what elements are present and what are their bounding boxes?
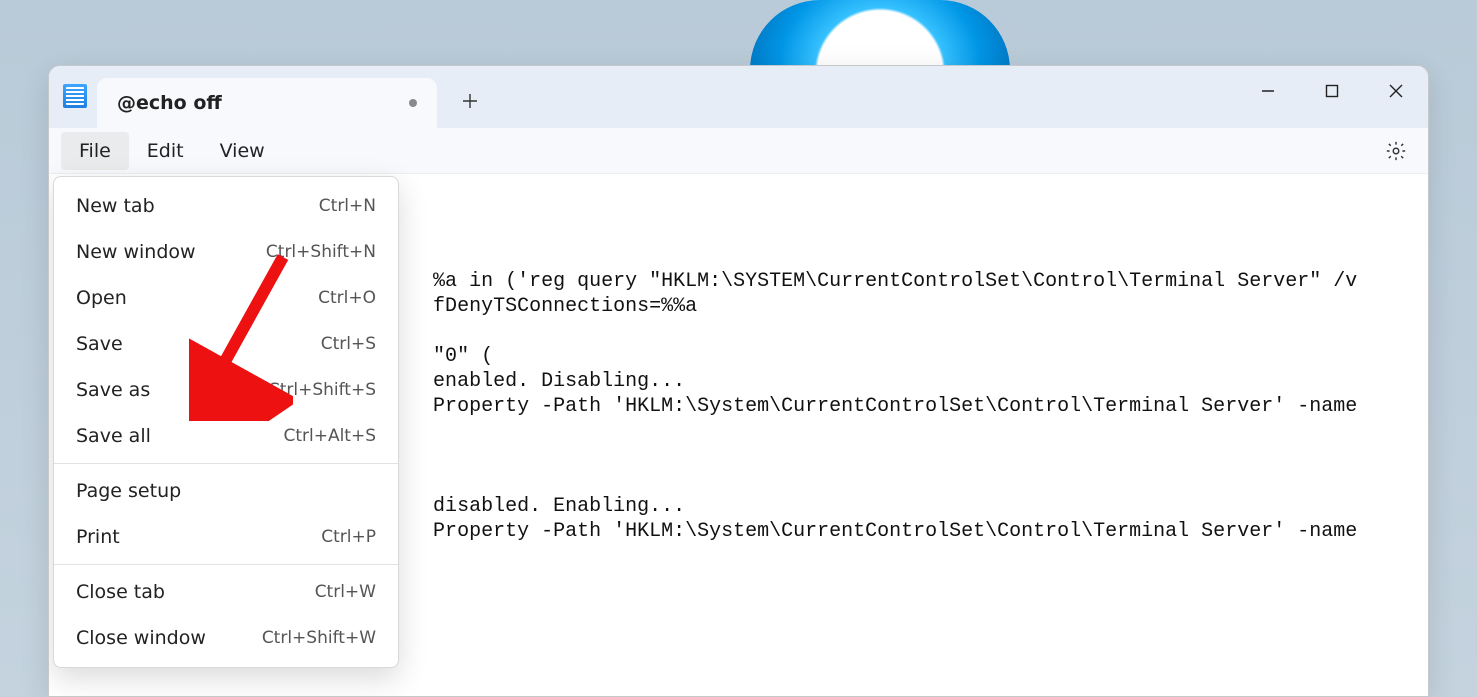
menu-view[interactable]: View (202, 132, 283, 170)
menu-item-print[interactable]: Print Ctrl+P (54, 514, 398, 560)
close-button[interactable] (1364, 66, 1428, 116)
menu-label: Save as (76, 379, 150, 401)
menu-item-new-window[interactable]: New window Ctrl+Shift+N (54, 229, 398, 275)
menu-label: New window (76, 241, 196, 263)
menu-shortcut: Ctrl+Shift+S (268, 380, 376, 400)
menu-label: Print (76, 526, 120, 548)
menu-label: Save all (76, 425, 151, 447)
new-tab-button[interactable] (447, 78, 493, 124)
file-menu-dropdown: New tab Ctrl+N New window Ctrl+Shift+N Open C… (53, 176, 399, 668)
menubar: File Edit View (49, 128, 1428, 174)
menu-item-page-setup[interactable]: Page setup (54, 468, 398, 514)
menu-label: Open (76, 287, 127, 309)
menu-label: Close tab (76, 581, 165, 603)
menu-edit[interactable]: Edit (129, 132, 202, 170)
maximize-button[interactable] (1300, 66, 1364, 116)
window-controls (1236, 66, 1428, 116)
tab-active[interactable]: @echo off (97, 78, 437, 128)
menu-file[interactable]: File (61, 132, 129, 170)
settings-button[interactable] (1378, 133, 1414, 169)
menu-item-open[interactable]: Open Ctrl+O (54, 275, 398, 321)
menu-separator (54, 463, 398, 464)
menu-item-save-as[interactable]: Save as Ctrl+Shift+S (54, 367, 398, 413)
menu-shortcut: Ctrl+O (318, 288, 376, 308)
minimize-button[interactable] (1236, 66, 1300, 116)
menu-item-save[interactable]: Save Ctrl+S (54, 321, 398, 367)
menu-item-new-tab[interactable]: New tab Ctrl+N (54, 183, 398, 229)
menu-label: Save (76, 333, 123, 355)
menu-separator (54, 564, 398, 565)
titlebar: @echo off (49, 66, 1428, 128)
tab-title: @echo off (117, 92, 222, 114)
menu-shortcut: Ctrl+Alt+S (283, 426, 376, 446)
menu-shortcut: Ctrl+N (319, 196, 376, 216)
menu-shortcut: Ctrl+Shift+W (262, 628, 376, 648)
menu-label: Page setup (76, 480, 181, 502)
menu-label: New tab (76, 195, 155, 217)
notepad-icon (63, 84, 87, 108)
menu-item-close-tab[interactable]: Close tab Ctrl+W (54, 569, 398, 615)
menu-item-close-window[interactable]: Close window Ctrl+Shift+W (54, 615, 398, 661)
menu-shortcut: Ctrl+W (315, 582, 376, 602)
menu-shortcut: Ctrl+P (321, 527, 376, 547)
menu-shortcut: Ctrl+Shift+N (266, 242, 376, 262)
menu-item-save-all[interactable]: Save all Ctrl+Alt+S (54, 413, 398, 459)
edge-logo-bg (750, 0, 1010, 70)
unsaved-dot-icon (409, 99, 417, 107)
notepad-window: @echo off File Edit View (48, 65, 1429, 697)
menu-shortcut: Ctrl+S (321, 334, 376, 354)
menu-label: Close window (76, 627, 206, 649)
